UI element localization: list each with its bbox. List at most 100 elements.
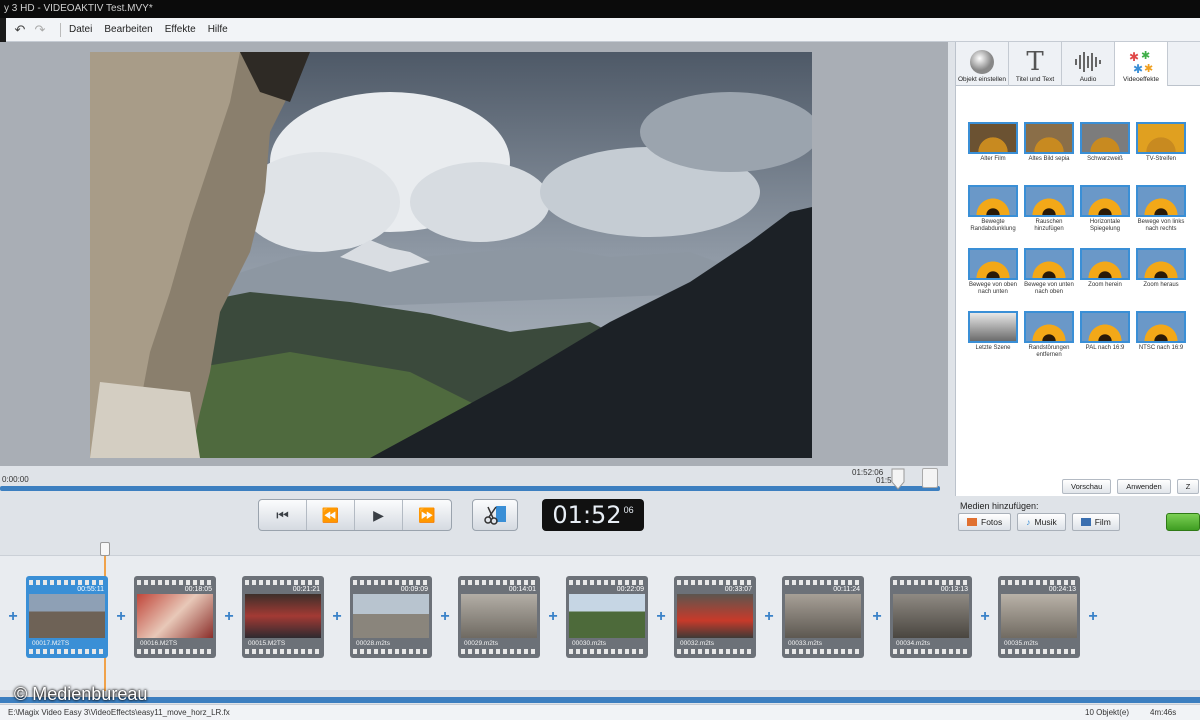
film-perforation bbox=[1001, 649, 1077, 654]
insert-transition-button[interactable]: + bbox=[648, 604, 674, 630]
timeline-scrubber[interactable]: 0:00:00 01:52:06 01:5 bbox=[0, 466, 948, 496]
clip-duration: 00:33:07 bbox=[724, 586, 752, 593]
effect-item[interactable]: PAL nach 16:9 bbox=[1078, 311, 1132, 363]
effect-item[interactable]: Zoom herein bbox=[1078, 248, 1132, 300]
horizontal-scrollbar[interactable] bbox=[0, 697, 1200, 703]
tab-label: Audio bbox=[1079, 76, 1097, 83]
effect-thumbnail bbox=[1136, 122, 1186, 154]
insert-transition-button[interactable]: + bbox=[1080, 604, 1106, 630]
storyboard: +00:55:11 00017.M2TS +00:18:05 00016.M2TS +0… bbox=[0, 542, 1200, 691]
clip-item[interactable]: 00:21:21 00015.M2TS bbox=[242, 576, 324, 658]
preview-frame bbox=[90, 52, 812, 458]
film-perforation bbox=[29, 580, 105, 585]
clip-item[interactable]: 00:14:01 00029.m2ts bbox=[458, 576, 540, 658]
effect-thumbnail bbox=[968, 122, 1018, 154]
zuruecksetzen-button[interactable]: Z bbox=[1176, 479, 1200, 494]
effect-label: Alter Film bbox=[980, 156, 1006, 162]
effect-item[interactable]: Zoom heraus bbox=[1134, 248, 1188, 300]
film-perforation bbox=[569, 649, 645, 654]
effect-item[interactable]: Alter Film bbox=[966, 122, 1020, 174]
film-perforation bbox=[137, 649, 213, 654]
film-perforation bbox=[137, 580, 213, 585]
effect-item[interactable]: Randstörungen entfernen bbox=[1022, 311, 1076, 363]
timecode-frames: 06 bbox=[623, 505, 634, 515]
timeline-handle[interactable] bbox=[890, 468, 906, 490]
menu-effekte[interactable]: Effekte bbox=[165, 24, 196, 35]
clip-item[interactable]: 00:13:13 00034.m2ts bbox=[890, 576, 972, 658]
skip-start-button[interactable]: ⏮ bbox=[259, 500, 307, 530]
insert-transition-button[interactable]: + bbox=[0, 604, 26, 630]
clip-item[interactable]: 00:22:09 00030.m2ts bbox=[566, 576, 648, 658]
menu-bearbeiten[interactable]: Bearbeiten bbox=[104, 24, 152, 35]
clip-strip: +00:55:11 00017.M2TS +00:18:05 00016.M2TS +0… bbox=[0, 576, 1106, 658]
skip-start-icon: ⏮ bbox=[276, 506, 289, 523]
film-perforation bbox=[893, 580, 969, 585]
film-icon bbox=[1080, 518, 1091, 526]
anwenden-button[interactable]: Anwenden bbox=[1117, 479, 1171, 494]
clip-name: 00032.m2ts bbox=[680, 640, 714, 647]
music-note-icon: ♪ bbox=[1026, 517, 1031, 527]
clip-item[interactable]: 00:11:24 00033.m2ts bbox=[782, 576, 864, 658]
insert-transition-button[interactable]: + bbox=[216, 604, 242, 630]
film-perforation bbox=[1001, 580, 1077, 585]
effect-item[interactable]: Bewege von oben nach unten bbox=[966, 248, 1020, 300]
undo-icon[interactable]: ↶ bbox=[12, 22, 28, 38]
timeline-end-marker[interactable] bbox=[922, 468, 938, 488]
menu-datei[interactable]: Datei bbox=[69, 24, 92, 35]
clip-item[interactable]: 00:24:13 00035.m2ts bbox=[998, 576, 1080, 658]
effect-item[interactable]: TV-Streifen bbox=[1134, 122, 1188, 174]
play-button[interactable]: ▶ bbox=[355, 500, 403, 530]
effect-item[interactable]: Schwarzweiß bbox=[1078, 122, 1132, 174]
effect-item[interactable]: Bewege von unten nach oben bbox=[1022, 248, 1076, 300]
timeline-track[interactable] bbox=[0, 486, 940, 491]
effect-item[interactable]: NTSC nach 16:9 bbox=[1134, 311, 1188, 363]
effect-item[interactable]: Rauschen hinzufügen bbox=[1022, 185, 1076, 237]
effect-item[interactable]: Bewege von links nach rechts bbox=[1134, 185, 1188, 237]
insert-transition-button[interactable]: + bbox=[756, 604, 782, 630]
effects-panel: Objekt einstellen T Titel und Text Audio… bbox=[955, 42, 1200, 496]
redo-icon[interactable]: ↷ bbox=[32, 22, 48, 38]
export-button[interactable] bbox=[1166, 513, 1200, 531]
vorschau-button[interactable]: Vorschau bbox=[1062, 479, 1112, 494]
clip-item[interactable]: 00:55:11 00017.M2TS bbox=[26, 576, 108, 658]
insert-transition-button[interactable]: + bbox=[972, 604, 998, 630]
effect-label: Horizontale Spiegelung bbox=[1089, 219, 1121, 232]
effect-item[interactable]: Bewegte Randabdunklung bbox=[966, 185, 1020, 237]
tab-videoeffekte[interactable]: ✱ ✱ ✱ ✱ Videoeffekte bbox=[1115, 42, 1168, 86]
clip-item[interactable]: 00:33:07 00032.m2ts bbox=[674, 576, 756, 658]
tab-label: Videoeffekte bbox=[1123, 76, 1159, 83]
insert-transition-button[interactable]: + bbox=[432, 604, 458, 630]
insert-transition-button[interactable]: + bbox=[108, 604, 134, 630]
insert-transition-button[interactable]: + bbox=[324, 604, 350, 630]
timeline-start-time: 0:00:00 bbox=[2, 475, 29, 484]
timecode-display: 01:52 06 bbox=[542, 499, 644, 531]
clip-name: 00015.M2TS bbox=[248, 640, 286, 647]
clip-thumbnail bbox=[461, 594, 537, 638]
playhead-handle[interactable] bbox=[100, 542, 110, 556]
tab-titel-und-text[interactable]: T Titel und Text bbox=[1009, 42, 1062, 86]
rewind-button[interactable]: ⏪ bbox=[307, 500, 355, 530]
tab-objekt-einstellen[interactable]: Objekt einstellen bbox=[956, 42, 1009, 86]
fast-forward-button[interactable]: ⏩ bbox=[403, 500, 451, 530]
status-bar: E:\Magix Video Easy 3\VideoEffects\easy1… bbox=[0, 704, 1200, 720]
clip-item[interactable]: 00:09:09 00028.m2ts bbox=[350, 576, 432, 658]
clip-item[interactable]: 00:18:05 00016.M2TS bbox=[134, 576, 216, 658]
effect-label: TV-Streifen bbox=[1145, 156, 1176, 162]
effect-label: Schwarzweiß bbox=[1087, 156, 1123, 162]
effect-item[interactable]: Horizontale Spiegelung bbox=[1078, 185, 1132, 237]
photo-icon bbox=[967, 518, 977, 526]
menu-hilfe[interactable]: Hilfe bbox=[208, 24, 228, 35]
fotos-button[interactable]: Fotos bbox=[958, 513, 1012, 531]
effect-label: Randstörungen entfernen bbox=[1028, 345, 1070, 358]
menu-bar: ↶ ↷ Datei Bearbeiten Effekte Hilfe bbox=[0, 17, 1200, 42]
musik-button[interactable]: ♪ Musik bbox=[1017, 513, 1066, 531]
film-button[interactable]: Film bbox=[1071, 513, 1120, 531]
cut-button[interactable] bbox=[472, 499, 518, 531]
effect-item[interactable]: Letzte Szene bbox=[966, 311, 1020, 363]
insert-transition-button[interactable]: + bbox=[864, 604, 890, 630]
effect-thumbnail bbox=[968, 311, 1018, 343]
insert-transition-button[interactable]: + bbox=[540, 604, 566, 630]
tab-audio[interactable]: Audio bbox=[1062, 42, 1115, 86]
effect-item[interactable]: Altes Bild sepia bbox=[1022, 122, 1076, 174]
effect-thumbnail bbox=[1024, 311, 1074, 343]
